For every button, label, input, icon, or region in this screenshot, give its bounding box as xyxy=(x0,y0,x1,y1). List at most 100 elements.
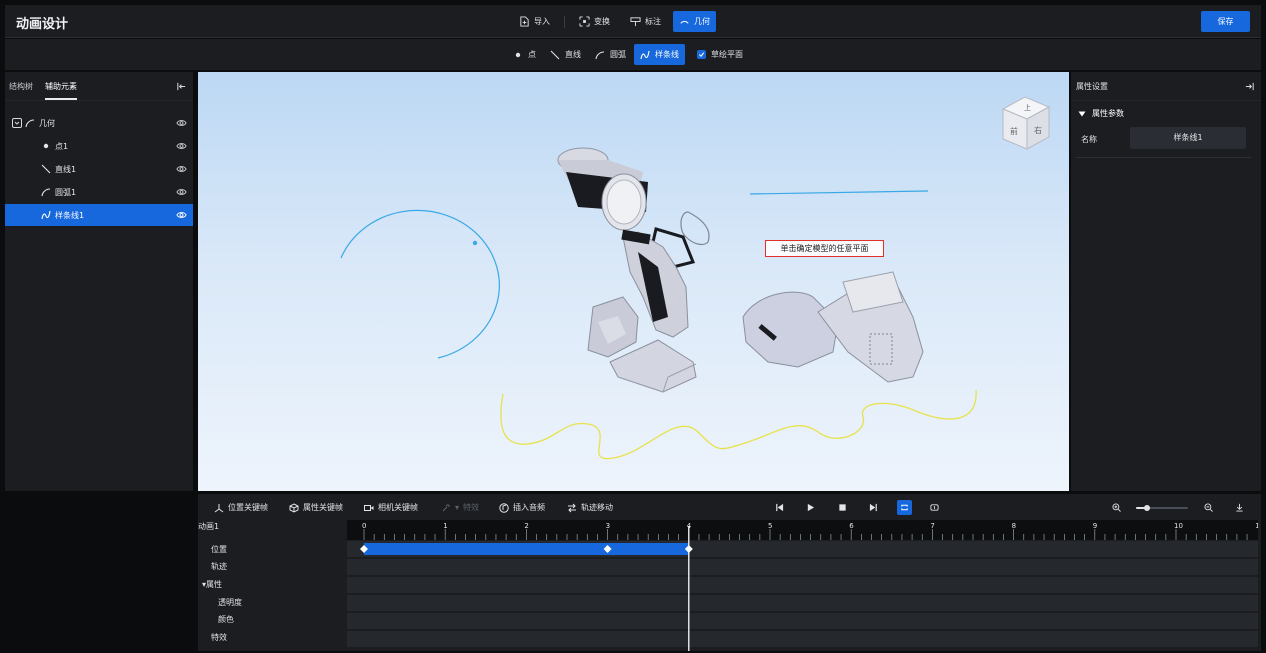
track-label-trajectory: 轨迹 xyxy=(211,562,227,571)
ruler-tick-label: 2 xyxy=(524,522,528,530)
sketch-plane-label: 草绘平面 xyxy=(711,50,743,59)
tab-structure-tree[interactable]: 结构树 xyxy=(9,72,33,101)
zoom-out-icon xyxy=(1204,503,1213,512)
annotate-button[interactable]: 标注 xyxy=(624,11,667,32)
eye-icon[interactable] xyxy=(176,141,187,151)
timeline-tracks[interactable] xyxy=(347,540,1258,651)
line-icon xyxy=(41,164,51,174)
tree-item-label: 直线1 xyxy=(55,164,77,174)
position-keyframe-button[interactable]: 位置关键帧 xyxy=(214,502,268,513)
step-back-button[interactable] xyxy=(772,500,787,515)
save-button[interactable]: 保存 xyxy=(1201,11,1250,32)
loop-button[interactable] xyxy=(897,500,912,515)
keyframe-layer[interactable] xyxy=(347,540,1258,651)
audio-icon xyxy=(499,502,509,513)
loop-icon xyxy=(901,504,908,511)
tree-item-geometry[interactable]: 几何 xyxy=(5,112,193,134)
effects-icon xyxy=(442,503,450,511)
timeline-panel: 位置关键帧 属性关键帧 相机关键帧 ▾ 特效 插入音频 轨迹移动 动画1 位置 … xyxy=(198,494,1261,651)
effects-dropdown-caret: ▾ xyxy=(455,503,460,512)
view-cube-top-label: 上 xyxy=(1024,103,1031,112)
play-button[interactable] xyxy=(803,500,818,515)
drill-chuck-part xyxy=(557,147,648,231)
animation-name: 动画1 xyxy=(198,522,220,531)
ruler-tick-label: 6 xyxy=(849,522,854,530)
motor-housing-part xyxy=(742,271,924,383)
sketch-arc-center xyxy=(472,240,478,246)
track-move-label: 轨迹移动 xyxy=(581,503,613,512)
camera-icon xyxy=(364,504,374,511)
timeline-track-labels: 动画1 位置 轨迹 ▾属性 透明度 颜色 特效 xyxy=(198,520,347,651)
tree-item-label: 样条线1 xyxy=(55,210,85,220)
left-panel: 结构树 辅助元素 几何 点1 直线1 圆弧1 样条线1 xyxy=(5,72,193,491)
sketch-spline xyxy=(500,389,977,460)
insert-audio-button[interactable]: 插入音频 xyxy=(499,502,545,513)
checkbox-checked-icon[interactable] xyxy=(697,50,706,59)
property-params-section[interactable]: 属性参数 xyxy=(1078,108,1124,119)
scene-canvas[interactable]: 上 前 右 xyxy=(198,72,1069,491)
hint-tooltip: 单击确定模型的任意平面 xyxy=(765,240,884,257)
tree-item-arc1[interactable]: 圆弧1 xyxy=(5,181,193,203)
tree-item-spline1[interactable]: 样条线1 xyxy=(5,204,193,226)
line-tool-button[interactable]: 直线 xyxy=(544,44,587,65)
play-once-button[interactable] xyxy=(927,500,942,515)
ruler-tick-label: 3 xyxy=(606,522,610,530)
point-tool-button[interactable]: 点 xyxy=(507,44,542,65)
right-panel: 属性设置 属性参数 名称 样条线1 xyxy=(1071,72,1261,491)
ruler-tick-label: 1 xyxy=(1255,522,1258,530)
line-tool-label: 直线 xyxy=(565,50,581,59)
import-button[interactable]: 导入 xyxy=(513,11,556,32)
track-label-position: 位置 xyxy=(211,545,227,554)
eye-icon[interactable] xyxy=(176,210,187,220)
view-cube: 上 前 右 xyxy=(1001,96,1051,150)
play-once-icon xyxy=(930,504,939,511)
stop-button[interactable] xyxy=(835,500,850,515)
transform-button[interactable]: 变换 xyxy=(573,11,616,32)
zoom-out-button[interactable] xyxy=(1201,500,1216,515)
arc-tool-label: 圆弧 xyxy=(610,50,626,59)
export-button[interactable] xyxy=(1232,500,1247,515)
divider xyxy=(1076,157,1251,158)
point-icon xyxy=(515,52,521,57)
toolbar-divider xyxy=(564,15,565,28)
track-move-button[interactable]: 轨迹移动 xyxy=(567,502,613,513)
eye-icon[interactable] xyxy=(176,164,187,174)
tree-item-line1[interactable]: 直线1 xyxy=(5,158,193,180)
top-bar: 动画设计 导入 变换 标注 几何 保存 xyxy=(5,5,1261,38)
spline-icon xyxy=(41,210,51,220)
spline-tool-button[interactable]: 样条线 xyxy=(634,44,685,65)
sketch-plane-toggle[interactable]: 草绘平面 xyxy=(691,44,749,65)
line-icon xyxy=(550,50,560,59)
collapse-left-icon[interactable] xyxy=(176,81,187,92)
timeline-ruler[interactable]: 0123456789101 xyxy=(347,520,1258,540)
position-keyframe-label: 位置关键帧 xyxy=(228,503,268,512)
collapse-box-icon[interactable] xyxy=(12,118,22,128)
timeline-toolbar: 位置关键帧 属性关键帧 相机关键帧 ▾ 特效 插入音频 轨迹移动 xyxy=(198,494,1261,520)
name-field[interactable]: 样条线1 xyxy=(1130,127,1246,149)
ruler-tick-label: 7 xyxy=(930,522,934,530)
tree-item-point1[interactable]: 点1 xyxy=(5,135,193,157)
caret-down-icon xyxy=(1078,111,1086,116)
eye-icon[interactable] xyxy=(176,187,187,197)
geometry-toolbar: 点 直线 圆弧 样条线 草绘平面 xyxy=(5,39,1261,70)
property-keyframe-button[interactable]: 属性关键帧 xyxy=(289,502,343,513)
eye-icon[interactable] xyxy=(176,118,187,128)
3d-viewport[interactable]: 上 前 右 单击确定模型的任意平面 xyxy=(198,72,1069,491)
view-cube-front-label: 前 xyxy=(1010,126,1018,136)
play-icon xyxy=(807,503,815,512)
camera-keyframe-button[interactable]: 相机关键帧 xyxy=(364,502,418,513)
track-label-properties[interactable]: ▾属性 xyxy=(202,579,222,590)
step-forward-button[interactable] xyxy=(866,500,881,515)
geometry-label: 几何 xyxy=(694,17,710,26)
geometry-button[interactable]: 几何 xyxy=(673,11,716,32)
import-icon xyxy=(520,16,529,27)
effects-button[interactable]: ▾ 特效 xyxy=(441,502,479,513)
zoom-slider[interactable] xyxy=(1136,504,1188,512)
arc-tool-button[interactable]: 圆弧 xyxy=(589,44,632,65)
arc-icon xyxy=(595,50,605,59)
insert-audio-label: 插入音频 xyxy=(513,503,545,512)
main-toolbar: 导入 变换 标注 几何 xyxy=(513,11,716,32)
zoom-in-button[interactable] xyxy=(1109,500,1124,515)
tab-auxiliary-elements[interactable]: 辅助元素 xyxy=(45,72,77,101)
collapse-right-icon[interactable] xyxy=(1244,81,1255,92)
